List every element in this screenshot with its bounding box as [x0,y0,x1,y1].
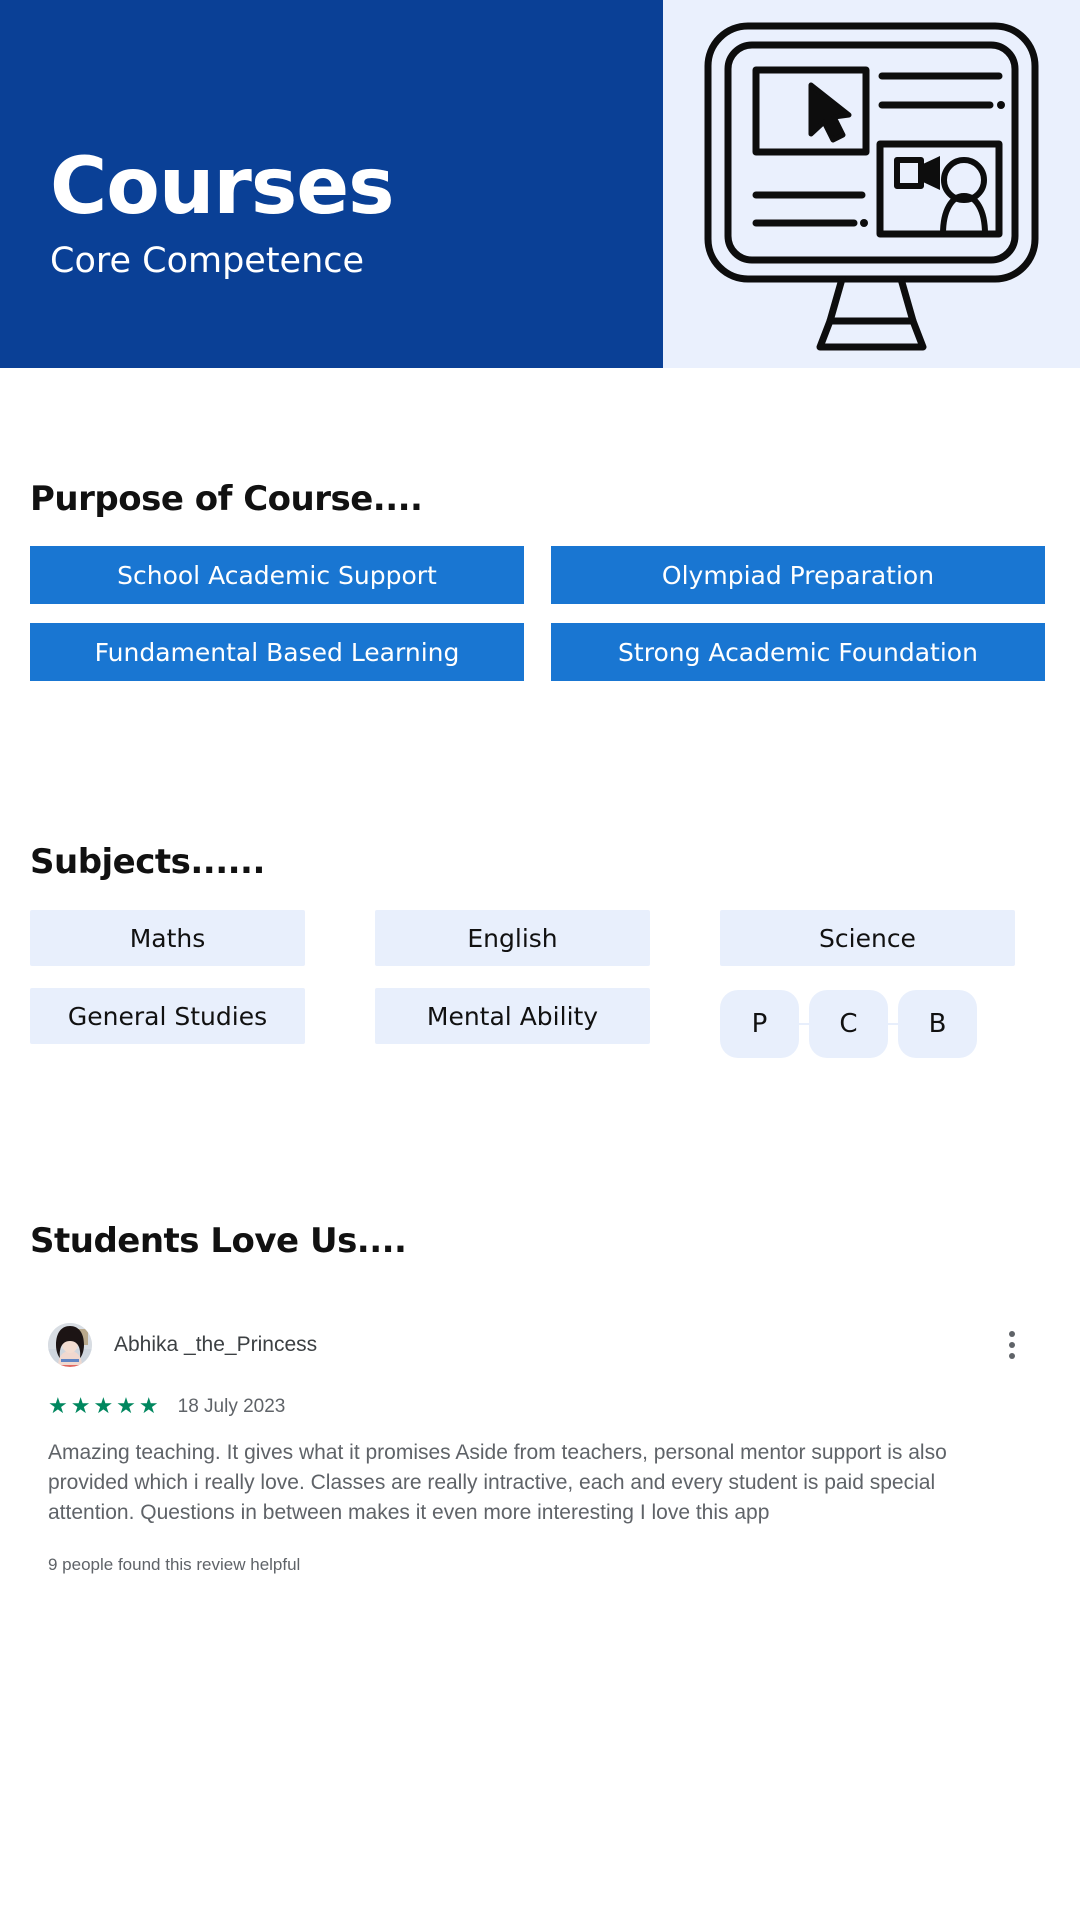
subject-chip-chemistry[interactable]: C [809,990,888,1058]
subjects-heading: Subjects...... [30,842,265,882]
more-vert-icon[interactable] [992,1325,1032,1365]
reviewer-name: Abhika _the_Princess [114,1333,318,1356]
review-rating-row: ★★★★★ 18 July 2023 [48,1396,1032,1418]
subject-chip-biology[interactable]: B [898,990,977,1058]
pcb-chip-group: P C B [720,990,1015,1058]
subject-chip-maths[interactable]: Maths [30,910,305,966]
page-header: Courses Core Competence [0,0,1080,368]
header-illustration-panel [663,0,1080,368]
subject-chip-general-studies[interactable]: General Studies [30,988,305,1044]
purpose-button-grid: School Academic Support Olympiad Prepara… [30,546,1050,681]
purpose-button-school-academic-support[interactable]: School Academic Support [30,546,524,604]
page-subtitle: Core Competence [50,241,365,281]
reviews-heading: Students Love Us.... [30,1221,407,1261]
review-card: Abhika _the_Princess ★★★★★ 18 July 2023 … [30,1322,1050,1575]
students-reviews-section: Students Love Us.... Abhika _the_Princes… [30,1221,1050,1575]
pcb-connector-line [799,1023,809,1025]
reviewer-avatar [48,1323,92,1367]
subject-chip-science[interactable]: Science [720,910,1015,966]
star-rating-icon: ★★★★★ [48,1394,162,1419]
subject-chip-physics[interactable]: P [720,990,799,1058]
header-title-panel: Courses Core Competence [0,0,663,368]
review-text: Amazing teaching. It gives what it promi… [48,1441,947,1524]
purpose-button-olympiad-preparation[interactable]: Olympiad Preparation [551,546,1045,604]
subject-chip-english[interactable]: English [375,910,650,966]
review-header-row: Abhika _the_Princess [48,1322,1032,1368]
purpose-button-fundamental-based-learning[interactable]: Fundamental Based Learning [30,623,524,681]
page-title: Courses [50,142,395,232]
subjects-section: Subjects...... Maths English Science Gen… [30,842,1050,1058]
desktop-monitor-elearning-icon [704,22,1039,350]
review-date: 18 July 2023 [177,1396,286,1417]
purpose-of-course-section: Purpose of Course.... School Academic Su… [30,479,1050,681]
purpose-button-strong-academic-foundation[interactable]: Strong Academic Foundation [551,623,1045,681]
purpose-heading: Purpose of Course.... [30,479,423,519]
subjects-chip-grid: Maths English Science General Studies Me… [30,910,1050,1058]
pcb-connector-line [888,1023,898,1025]
subject-chip-mental-ability[interactable]: Mental Ability [375,988,650,1044]
review-helpful-count: 9 people found this review helpful [48,1555,301,1574]
